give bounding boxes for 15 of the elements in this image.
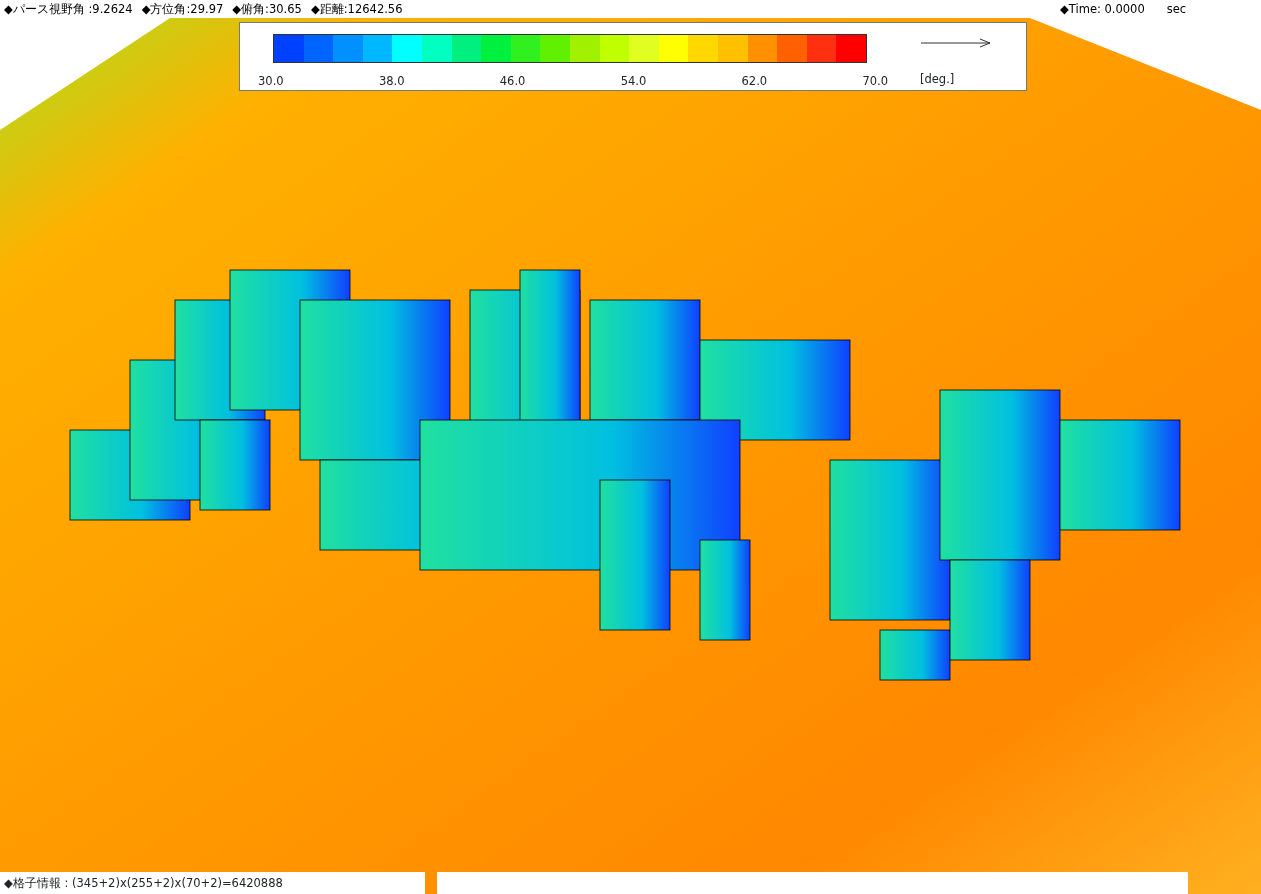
wind-direction-arrow-icon (920, 38, 992, 48)
scale-tick-label: 54.0 (620, 73, 647, 90)
time-readout: ◆Time: 0.0000 (1060, 2, 1145, 16)
time-unit: sec (1166, 2, 1187, 16)
view-parameter: ◆方位角:29.97 (141, 2, 224, 16)
view-parameter: ◆俯角:30.65 (232, 2, 302, 16)
scale-tick-label: 46.0 (499, 73, 526, 90)
unit-label: [deg.] (920, 71, 955, 88)
scale-tick-label: 38.0 (378, 73, 405, 90)
scale-tick-label: 70.0 (862, 73, 888, 90)
scale-tick-label: 30.0 (258, 73, 284, 90)
view-parameter: ◆距離:12642.56 (310, 2, 403, 16)
view-parameter: ◆パース視野角 :9.2624 (4, 2, 133, 16)
grid-info-text: ◆格子情報 : (345+2)x(255+2)x(70+2)=6420888 (4, 876, 283, 890)
scale-tick-label: 62.0 (741, 73, 768, 90)
